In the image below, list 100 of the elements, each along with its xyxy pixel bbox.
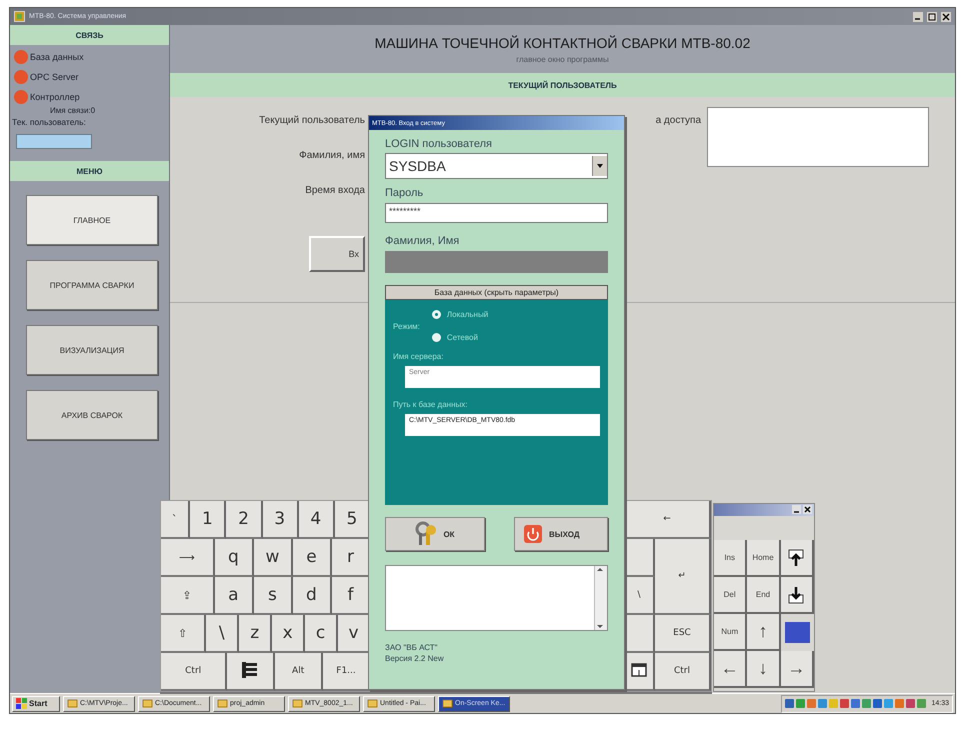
- keyboard-key[interactable]: f: [332, 577, 371, 615]
- keyboard-key[interactable]: ↑: [747, 614, 781, 651]
- tray-icon[interactable]: [895, 698, 904, 709]
- keyboard-key[interactable]: Ctrl: [161, 653, 228, 691]
- keyboard-key[interactable]: a: [214, 577, 254, 615]
- tray-icon[interactable]: [818, 698, 828, 709]
- keyboard-key[interactable]: e: [292, 539, 332, 577]
- tray-icon[interactable]: [873, 698, 882, 709]
- folder-icon: [367, 698, 378, 709]
- tray-icon[interactable]: [851, 698, 860, 709]
- app-icon: [14, 11, 25, 22]
- status-note: Имя связи:0: [50, 106, 96, 115]
- keyboard-key[interactable]: ⇧: [161, 615, 206, 653]
- keyboard-key[interactable]: v: [338, 615, 371, 653]
- keyboard-key[interactable]: ←: [625, 501, 711, 539]
- start-button[interactable]: Start: [12, 696, 60, 712]
- keyboard-key[interactable]: z: [239, 615, 272, 653]
- password-field[interactable]: *********: [385, 203, 608, 223]
- key[interactable]: [625, 615, 655, 653]
- field-label: Путь к базе данных:: [393, 400, 468, 409]
- section-header: ТЕКУЩИЙ ПОЛЬЗОВАТЕЛЬ: [170, 73, 955, 97]
- keyboard-key[interactable]: 1: [190, 501, 226, 539]
- keyboard-key[interactable]: ↵: [655, 539, 711, 615]
- status-label: База данных: [30, 52, 84, 62]
- minimize-icon[interactable]: [792, 505, 801, 514]
- access-field[interactable]: [707, 107, 929, 167]
- scroll-up-icon[interactable]: [595, 566, 605, 573]
- keyboard-key[interactable]: Alt: [275, 653, 324, 691]
- keyboard-key[interactable]: ←: [714, 651, 748, 688]
- tray-icon[interactable]: [906, 698, 916, 709]
- keyboard-key[interactable]: 2: [226, 501, 263, 539]
- keyboard-key[interactable]: ⟶: [161, 539, 215, 577]
- windows-logo-icon: [16, 698, 27, 709]
- keyboard-key[interactable]: \: [206, 615, 240, 653]
- tray-icon[interactable]: [917, 698, 926, 709]
- keyboard-key[interactable]: 4: [298, 501, 335, 539]
- keyboard-key[interactable]: Home: [747, 540, 781, 577]
- keyboard-key[interactable]: [780, 540, 814, 577]
- keyboard-key[interactable]: w: [254, 539, 293, 577]
- keyboard-key[interactable]: End: [747, 577, 781, 614]
- keyboard-key[interactable]: \: [625, 577, 655, 615]
- keyboard-key[interactable]: →: [780, 651, 814, 688]
- ok-button[interactable]: ОК: [385, 517, 485, 551]
- field-label: Текущий пользователь: [259, 115, 365, 126]
- tray-icon[interactable]: [807, 698, 816, 709]
- close-icon[interactable]: [803, 505, 812, 514]
- keyboard-key[interactable]: 3: [262, 501, 299, 539]
- database-button[interactable]: База данных (скрыть параметры): [385, 285, 608, 300]
- keyboard-key[interactable]: r: [332, 539, 371, 577]
- minimize-icon[interactable]: [913, 12, 923, 22]
- exit-button[interactable]: ВЫХОД: [514, 517, 608, 551]
- close-icon[interactable]: [941, 12, 951, 22]
- keyboard-key[interactable]: ESC: [655, 615, 711, 653]
- keyboard-key[interactable]: q: [214, 539, 254, 577]
- keyboard-key[interactable]: Ins: [714, 540, 748, 577]
- tray-icon[interactable]: [862, 698, 872, 709]
- keyboard-key[interactable]: [625, 653, 655, 691]
- field-label: Режим:: [393, 322, 420, 330]
- user-field[interactable]: [16, 134, 92, 149]
- company-text: ЗАО "ВБ АСТ": [385, 643, 438, 652]
- menu-button[interactable]: ПРОГРАММА СВАРКИ: [26, 260, 158, 310]
- login-dropdown[interactable]: SYSDBA: [385, 153, 608, 179]
- keyboard-key[interactable]: ⇪: [161, 577, 215, 615]
- arrow-down-icon: [787, 586, 806, 604]
- radio-button[interactable]: [432, 310, 441, 319]
- keyboard-key[interactable]: Ctrl: [655, 653, 711, 691]
- radio-button[interactable]: [432, 333, 441, 342]
- tray-icon[interactable]: [785, 698, 794, 709]
- keyboard-key[interactable]: d: [292, 577, 332, 615]
- window-icon: [631, 662, 647, 678]
- folder-icon: [442, 698, 453, 709]
- key[interactable]: [625, 539, 655, 577]
- maximize-icon[interactable]: [927, 12, 937, 22]
- field-label: Тек. пользователь:: [12, 117, 87, 127]
- app-title: МАШИНА ТОЧЕЧНОЙ КОНТАКТНОЙ СВАРКИ МТВ-80.02: [374, 34, 750, 50]
- menu-button[interactable]: АРХИВ СВАРОК: [26, 390, 158, 440]
- keyboard-key[interactable]: ↓: [747, 651, 781, 688]
- keyboard-key[interactable]: F1...: [323, 653, 371, 691]
- keyboard-key[interactable]: Num: [714, 614, 748, 651]
- menu-icon: [242, 662, 258, 678]
- keyboard-key[interactable]: x: [272, 615, 306, 653]
- menu-button[interactable]: ВИЗУАЛИЗАЦИЯ: [26, 325, 158, 375]
- field-label: Фамилия, имя: [299, 150, 365, 161]
- field-label: а доступа: [656, 114, 701, 128]
- radio-label: Сетевой: [446, 333, 478, 342]
- keyboard-key[interactable]: s: [254, 577, 293, 615]
- scroll-down-icon[interactable]: [595, 623, 605, 630]
- tray-icon[interactable]: [840, 698, 850, 709]
- keyboard-key[interactable]: `: [161, 501, 190, 539]
- tray-icon[interactable]: [796, 698, 806, 709]
- field-label: Время входа: [305, 185, 365, 196]
- keyboard-key[interactable]: [780, 577, 814, 614]
- login-button[interactable]: Вх: [309, 236, 365, 272]
- keyboard-key[interactable]: [227, 653, 276, 691]
- keyboard-key[interactable]: c: [305, 615, 338, 653]
- keyboard-key[interactable]: Del: [714, 577, 748, 614]
- field-label: LOGIN пользователя: [385, 138, 493, 150]
- folder-icon: [67, 698, 78, 709]
- menu-button[interactable]: ГЛАВНОЕ: [26, 195, 158, 245]
- keys-icon: [415, 521, 438, 547]
